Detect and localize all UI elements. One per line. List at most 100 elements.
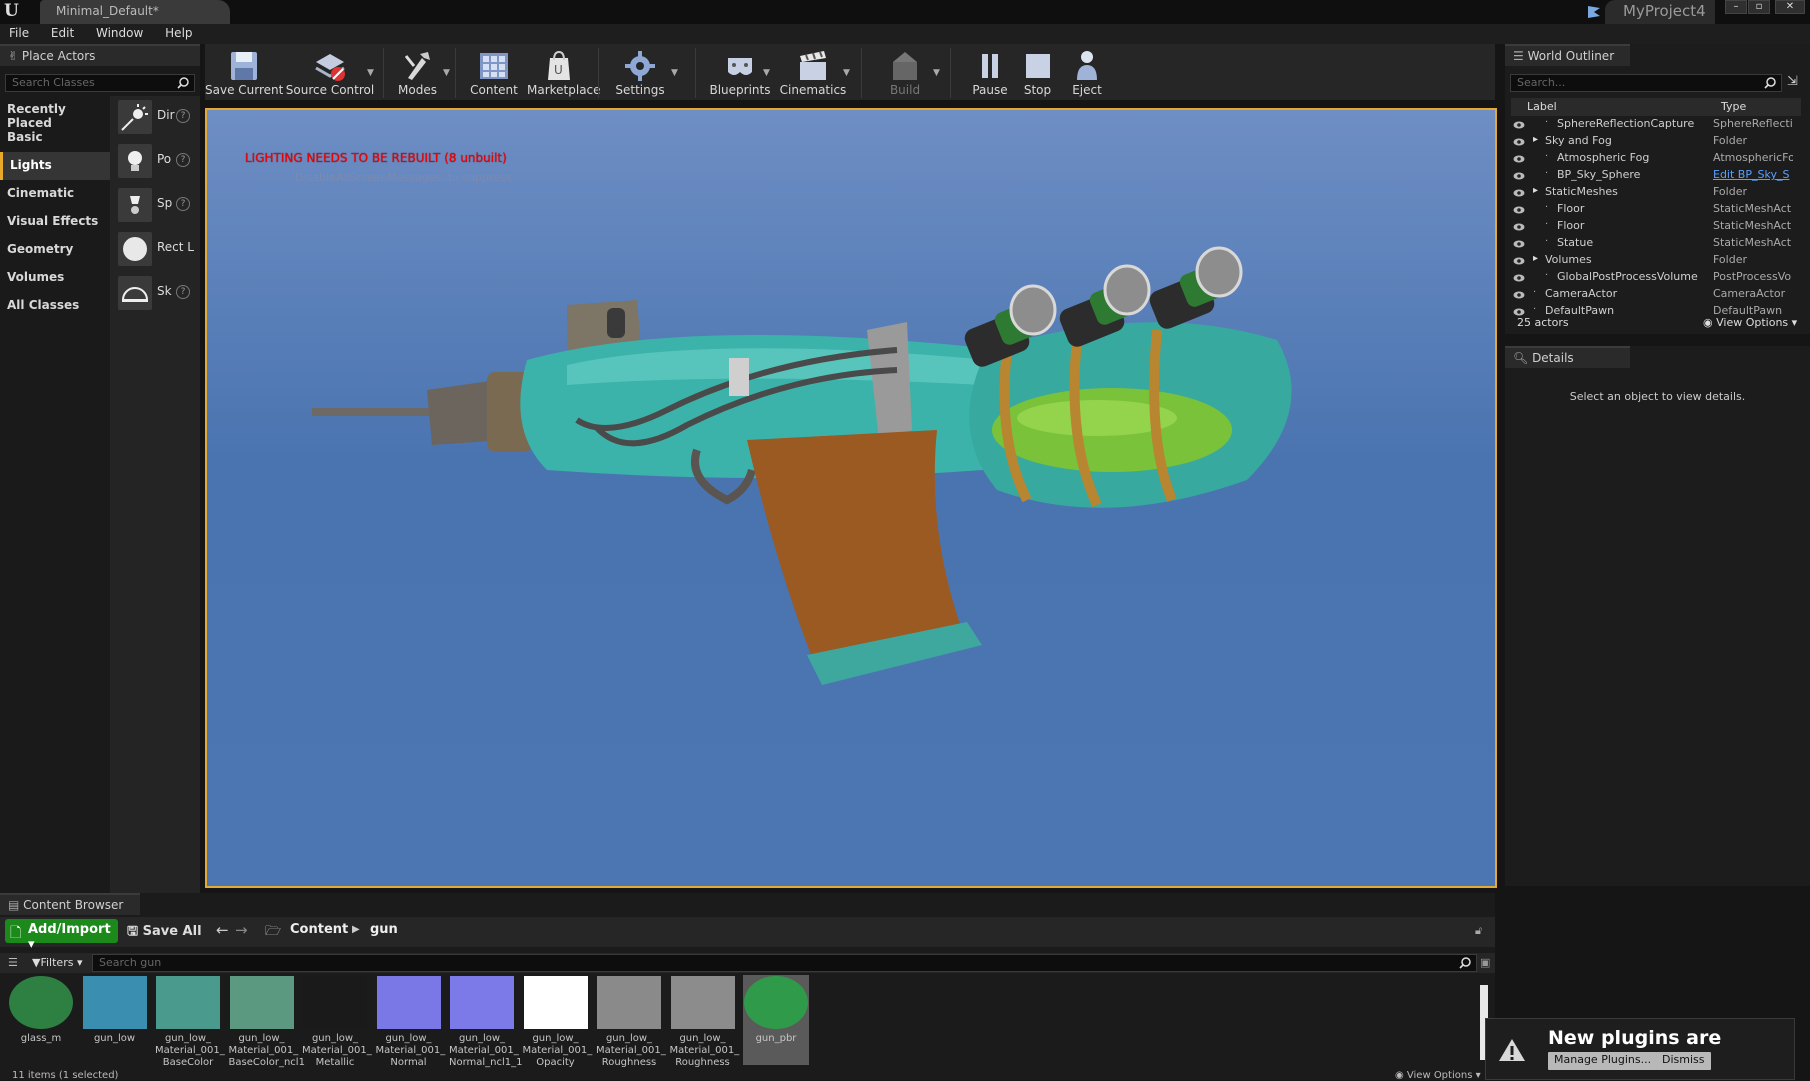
asset-tile[interactable]: gun_low: [82, 975, 148, 1065]
add-actor-icon[interactable]: ⇲: [1787, 74, 1798, 89]
settings-button[interactable]: Settings: [610, 44, 670, 100]
visibility-eye-icon[interactable]: [1513, 222, 1525, 232]
category-all-classes[interactable]: All Classes: [0, 292, 110, 320]
asset-tile[interactable]: glass_m: [8, 975, 74, 1065]
asset-tile[interactable]: gun_low_ Material_001_ Metallic: [302, 975, 372, 1068]
outliner-search-input[interactable]: Search...: [1510, 74, 1782, 92]
breadcrumb-separator-icon[interactable]: ▶: [352, 924, 360, 935]
asset-tile[interactable]: gun_low_ Material_001_ BaseColor_ncl1: [229, 975, 305, 1068]
visibility-eye-icon[interactable]: [1513, 137, 1525, 147]
breadcrumb-content[interactable]: Content: [290, 922, 348, 937]
modes-dropdown-icon[interactable]: ▼: [443, 68, 450, 78]
visibility-eye-icon[interactable]: [1513, 273, 1525, 283]
outliner-row[interactable]: Atmospheric Fog · AtmosphericFo: [1511, 151, 1801, 168]
menu-help[interactable]: Help: [156, 24, 201, 42]
edit-blueprint-link[interactable]: Edit BP_Sky_S: [1713, 168, 1793, 181]
asset-tile[interactable]: gun_low_ Material_001_ Normal: [376, 975, 445, 1068]
outliner-row[interactable]: StaticMeshes ▸ Folder: [1511, 185, 1801, 202]
blueprints-dropdown-icon[interactable]: ▼: [763, 68, 770, 78]
search-gun-input[interactable]: Search gun: [92, 954, 1477, 972]
content-button[interactable]: Content: [467, 44, 521, 100]
minimize-button[interactable]: –: [1725, 0, 1747, 14]
visibility-eye-icon[interactable]: [1513, 188, 1525, 198]
outliner-row[interactable]: BP_Sky_Sphere · Edit BP_Sky_S: [1511, 168, 1801, 185]
search-classes-input[interactable]: Search Classes: [5, 74, 195, 92]
add-import-button[interactable]: Add/Import ▾: [5, 919, 118, 952]
manage-plugins-button[interactable]: Manage Plugins...: [1548, 1052, 1658, 1070]
pause-button[interactable]: Pause: [965, 44, 1015, 100]
category-geometry[interactable]: Geometry: [0, 236, 110, 264]
forward-arrow-icon[interactable]: →: [235, 921, 248, 939]
dismiss-button[interactable]: Dismiss: [1656, 1052, 1711, 1070]
eject-button[interactable]: Eject: [1062, 44, 1112, 100]
visibility-eye-icon[interactable]: [1513, 239, 1525, 249]
asset-tile[interactable]: gun_low_ Material_001_ Roughness: [670, 975, 739, 1068]
outliner-row[interactable]: Sky and Fog ▸ Folder: [1511, 134, 1801, 151]
actor-item-sky-light[interactable]: Sk?: [110, 272, 200, 316]
category-visual-effects[interactable]: Visual Effects: [0, 208, 110, 236]
actor-item-rect-light[interactable]: Rect L: [110, 228, 200, 272]
visibility-eye-icon[interactable]: [1513, 205, 1525, 215]
cinematics-button[interactable]: Cinematics: [778, 44, 848, 100]
settings-dropdown-icon[interactable]: ▼: [671, 68, 678, 78]
modes-button[interactable]: Modes: [390, 44, 445, 100]
asset-tile[interactable]: gun_low_ Material_001_ Roughness: [596, 975, 666, 1068]
visibility-eye-icon[interactable]: [1513, 290, 1525, 300]
save-all-button[interactable]: 🖫 Save All: [127, 922, 202, 944]
asset-tile[interactable]: gun_low_ Material_001_ Normal_ncl1_1: [449, 975, 523, 1068]
category-lights[interactable]: Lights: [0, 152, 110, 180]
visibility-eye-icon[interactable]: [1513, 120, 1525, 130]
level-tab[interactable]: Minimal_Default*: [40, 0, 230, 24]
menu-file[interactable]: File: [0, 24, 38, 42]
col-label-header[interactable]: Label: [1527, 100, 1557, 113]
world-outliner-tab[interactable]: ☰ World Outliner: [1505, 44, 1630, 66]
help-icon[interactable]: ?: [176, 109, 190, 123]
actor-item-spot-light[interactable]: Sp?: [110, 184, 200, 228]
actor-item-point-light[interactable]: Po?: [110, 140, 200, 184]
source-control-dropdown-icon[interactable]: ▼: [367, 68, 374, 78]
outliner-row[interactable]: Floor · StaticMeshAct: [1511, 219, 1801, 236]
asset-tile[interactable]: gun_low_ Material_001_ BaseColor: [155, 975, 225, 1068]
back-arrow-icon[interactable]: ←: [216, 921, 229, 939]
category-cinematic[interactable]: Cinematic: [0, 180, 110, 208]
col-type-header[interactable]: Type: [1721, 100, 1746, 113]
details-tab[interactable]: 🔍︎ Details: [1505, 346, 1630, 368]
outliner-row[interactable]: GlobalPostProcessVolume · PostProcessVo: [1511, 270, 1801, 287]
stop-button[interactable]: Stop: [1015, 44, 1060, 100]
asset-tile[interactable]: gun_low_ Material_001_ Opacity: [523, 975, 592, 1068]
close-button[interactable]: ✕: [1775, 0, 1805, 14]
menu-window[interactable]: Window: [87, 24, 152, 42]
build-dropdown-icon[interactable]: ▼: [933, 68, 940, 78]
category-recently-placed[interactable]: Recently Placed: [0, 96, 110, 130]
build-button[interactable]: Build: [870, 44, 940, 100]
content-browser-tab[interactable]: ▤ Content Browser: [0, 893, 140, 915]
marketplace-button[interactable]: U Marketplace: [527, 44, 601, 100]
help-icon[interactable]: ?: [176, 285, 190, 299]
help-icon[interactable]: ?: [176, 153, 190, 167]
source-control-button[interactable]: Source Control: [285, 44, 375, 100]
outliner-row[interactable]: Volumes ▸ Folder: [1511, 253, 1801, 270]
menu-edit[interactable]: Edit: [42, 24, 83, 42]
breadcrumb-gun[interactable]: gun: [370, 922, 398, 937]
save-current-button[interactable]: Save Current: [205, 44, 283, 100]
place-actors-tab[interactable]: ✌ Place Actors: [0, 44, 200, 66]
outliner-row[interactable]: Floor · StaticMeshAct: [1511, 202, 1801, 219]
level-viewport[interactable]: [205, 108, 1497, 888]
visibility-eye-icon[interactable]: [1513, 154, 1525, 164]
maximize-button[interactable]: ▫: [1748, 0, 1770, 14]
cb-view-options-button[interactable]: ◉ View Options ▾: [1395, 1070, 1481, 1081]
help-icon[interactable]: ?: [176, 197, 190, 211]
lock-icon[interactable]: 🔓︎: [1475, 924, 1482, 938]
sources-toggle-icon[interactable]: ☰: [8, 956, 18, 969]
filters-button[interactable]: ▼Filters ▾: [32, 956, 82, 969]
category-volumes[interactable]: Volumes: [0, 264, 110, 292]
outliner-row[interactable]: CameraActor · CameraActor: [1511, 287, 1801, 304]
actor-item-directional-light[interactable]: Dir?: [110, 96, 200, 140]
outliner-row[interactable]: SphereReflectionCapture · SphereReflecti: [1511, 117, 1801, 134]
view-options-button[interactable]: ◉ View Options ▾: [1703, 316, 1797, 329]
asset-tile[interactable]: gun_pbr: [743, 975, 809, 1065]
outliner-row[interactable]: Statue · StaticMeshAct: [1511, 236, 1801, 253]
save-search-icon[interactable]: ▣: [1480, 956, 1490, 969]
visibility-eye-icon[interactable]: [1513, 171, 1525, 181]
cinematics-dropdown-icon[interactable]: ▼: [843, 68, 850, 78]
